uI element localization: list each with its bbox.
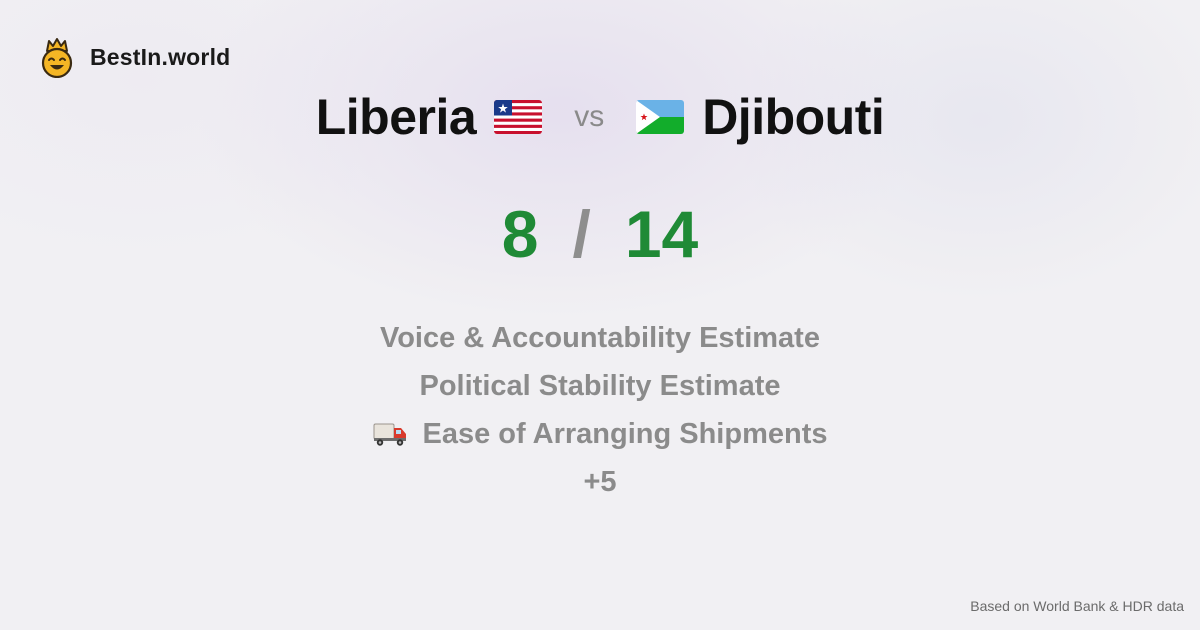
brand-link[interactable]: BestIn.world bbox=[38, 36, 230, 78]
score-separator: / bbox=[572, 197, 591, 271]
metric-item: Political Stability Estimate bbox=[420, 362, 781, 410]
metric-label: Ease of Arranging Shipments bbox=[422, 417, 828, 450]
more-metrics-label: +5 bbox=[583, 465, 617, 498]
metric-list: Voice & Accountability Estimate Politica… bbox=[0, 314, 1200, 506]
vs-label: vs bbox=[574, 100, 605, 133]
brand-name: BestIn.world bbox=[90, 43, 231, 70]
metric-label: Political Stability Estimate bbox=[419, 369, 781, 402]
right-score: 14 bbox=[624, 197, 699, 271]
data-source-note: Based on World Bank & HDR data bbox=[970, 598, 1184, 614]
left-score: 8 bbox=[501, 197, 539, 271]
metric-item: Ease of Arranging Shipments bbox=[373, 410, 828, 458]
left-country-name: Liberia bbox=[315, 89, 477, 145]
djibouti-flag-icon bbox=[636, 100, 685, 134]
liberia-flag-icon bbox=[494, 100, 543, 134]
metric-item: Voice & Accountability Estimate bbox=[380, 314, 820, 362]
metric-label: Voice & Accountability Estimate bbox=[380, 321, 820, 354]
score-row: 8 / 14 bbox=[0, 196, 1200, 272]
more-metrics-count: +5 bbox=[583, 458, 616, 506]
crowned-smiley-icon bbox=[41, 38, 73, 78]
right-country-name: Djibouti bbox=[702, 89, 885, 145]
truck-icon bbox=[373, 423, 406, 446]
comparison-title: Liberia vs Djibouti bbox=[0, 86, 1200, 148]
